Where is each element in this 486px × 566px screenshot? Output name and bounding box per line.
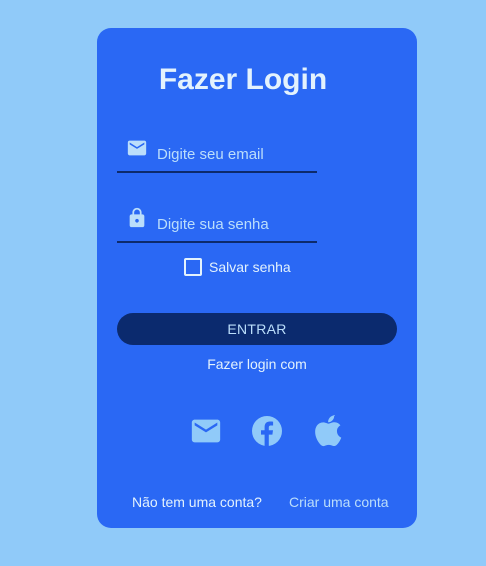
password-input[interactable] (157, 213, 315, 235)
remember-label: Salvar senha (209, 259, 291, 275)
lock-icon (126, 207, 148, 229)
email-field (117, 137, 317, 173)
page-title: Fazer Login (158, 63, 328, 96)
login-card (97, 28, 417, 528)
create-account-link[interactable]: Criar uma conta (289, 493, 389, 511)
remember-checkbox[interactable] (184, 258, 202, 276)
email-icon (126, 137, 148, 159)
no-account-text: Não tem uma conta? (132, 494, 262, 510)
facebook-icon[interactable] (250, 414, 284, 448)
login-button[interactable]: ENTRAR (117, 313, 397, 345)
email-input[interactable] (157, 143, 315, 165)
remember-password: Salvar senha (184, 258, 291, 276)
email-icon[interactable] (189, 414, 223, 448)
password-field (117, 207, 317, 243)
apple-icon[interactable] (311, 414, 345, 448)
social-login-label: Fazer login com (207, 356, 307, 372)
